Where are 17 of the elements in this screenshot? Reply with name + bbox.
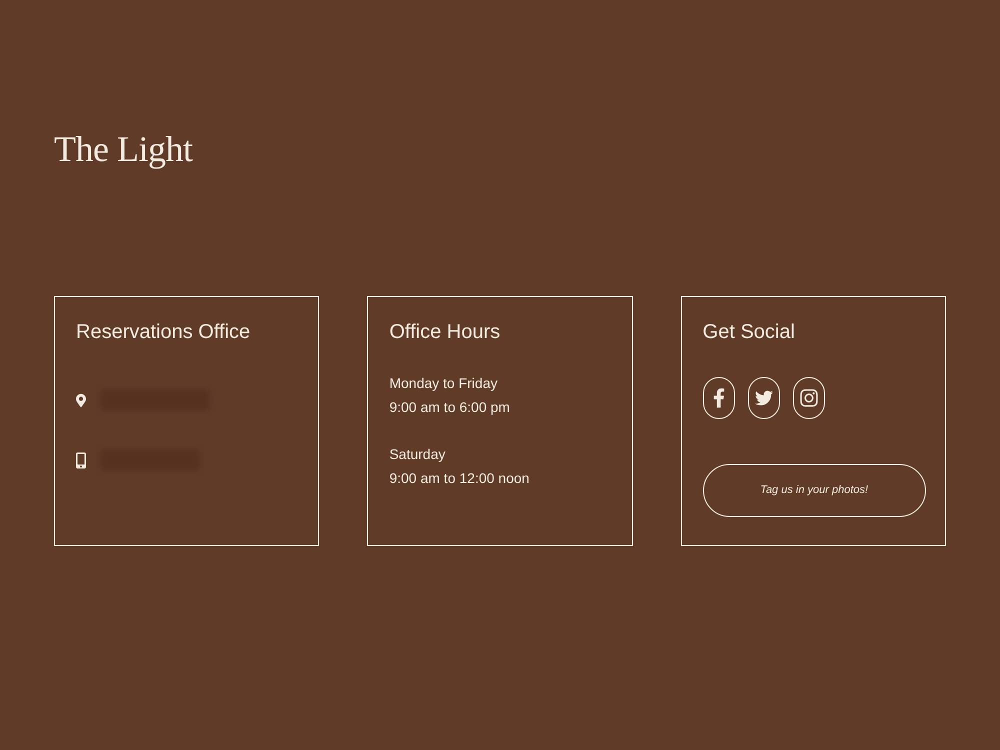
- letter-f-icon: [712, 387, 725, 409]
- card-title: Reservations Office: [76, 320, 250, 345]
- days-label: Monday to Friday: [389, 374, 498, 393]
- card-title: Get Social: [702, 320, 795, 345]
- bird-icon: [754, 389, 774, 407]
- days-label: Saturday: [389, 445, 446, 464]
- camera-icon: [798, 388, 819, 408]
- hours-text: 9:00 am to 6:00 pm: [389, 398, 510, 417]
- site-title: The Light: [54, 128, 192, 171]
- social-link[interactable]: [792, 377, 825, 419]
- card-title: Office Hours: [389, 320, 500, 345]
- mobile-phone-icon: [76, 450, 86, 470]
- map-pin-icon: [76, 392, 86, 408]
- hours-text: 9:00 am to 12:00 noon: [389, 469, 530, 488]
- social-link[interactable]: [702, 377, 735, 419]
- social-link[interactable]: [748, 377, 780, 419]
- tag-photos-button[interactable]: Tag us in your photos!: [702, 464, 926, 517]
